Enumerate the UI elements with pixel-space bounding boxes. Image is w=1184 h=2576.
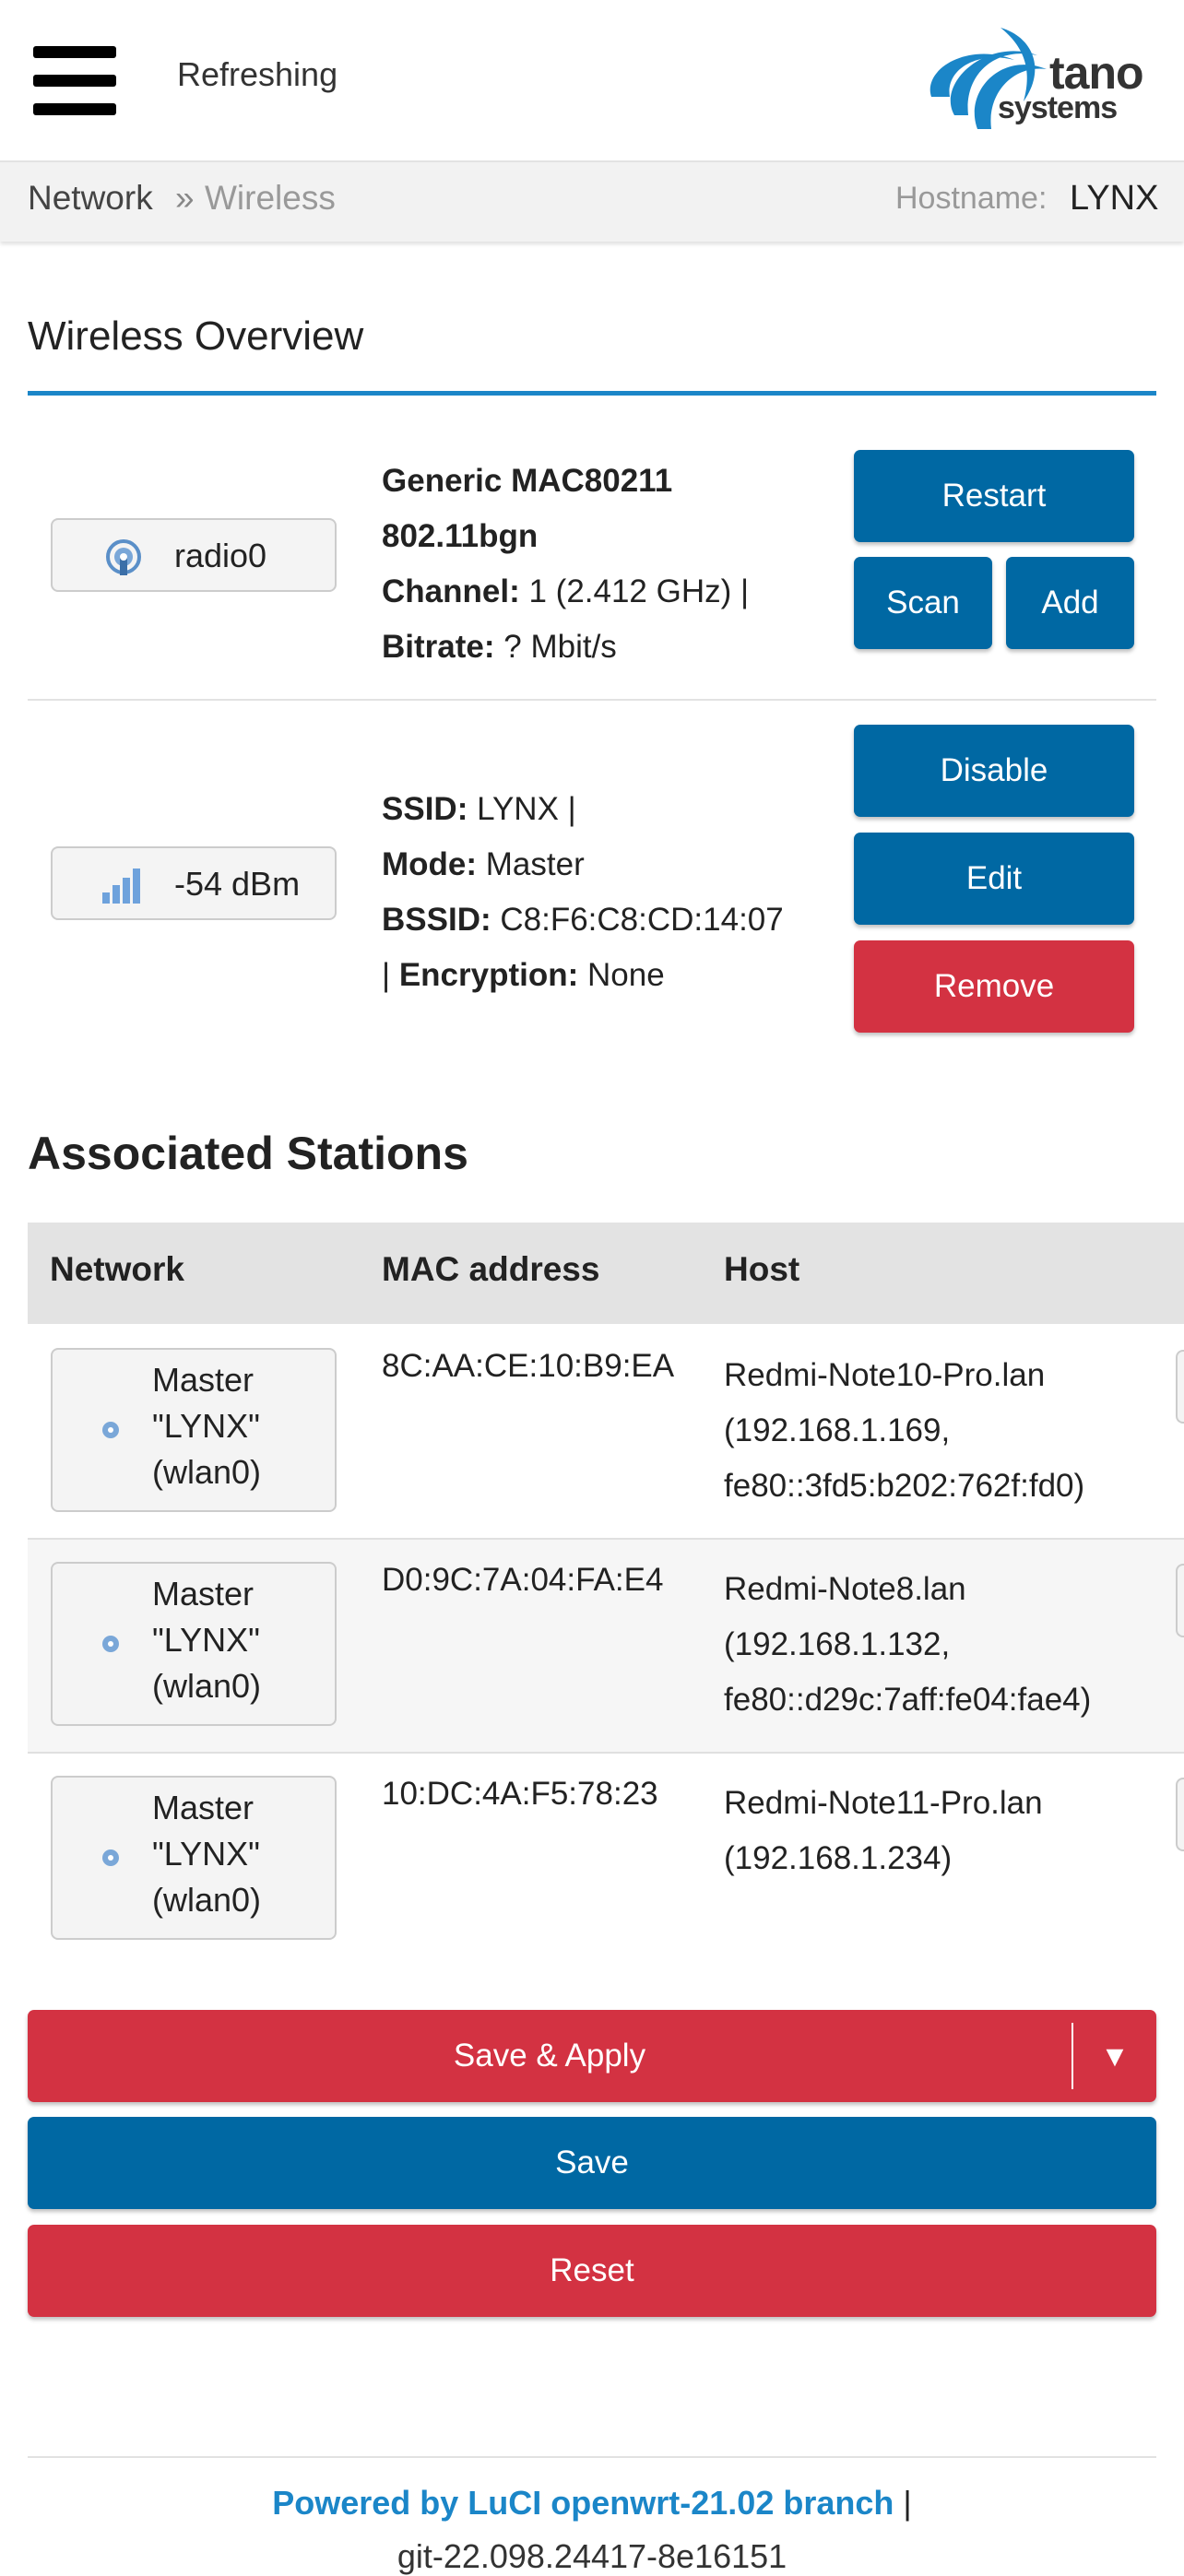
wireless-small-icon	[102, 1636, 119, 1652]
footer-powered: Powered by LuCI openwrt-21.02 branch |	[272, 2484, 912, 2522]
disconnect-button-partial[interactable]	[1176, 1778, 1184, 1851]
signal-value: -54 dBm	[174, 865, 301, 903]
table-row: Master "LYNX" (wlan0) D0:9C:7A:04:FA:E4 …	[28, 1540, 1184, 1752]
save-apply-button[interactable]: Save & Apply ▼	[28, 2010, 1156, 2102]
wireless-radio-icon	[106, 539, 141, 575]
station-host: Redmi-Note10-Pro.lan (192.168.1.169, fe8…	[724, 1357, 1085, 1504]
breadcrumb-separator: »	[175, 179, 195, 217]
radio-hw-name: Generic MAC80211	[382, 463, 673, 499]
network-ssid: SSID: LYNX |	[382, 791, 576, 827]
radio-info: Generic MAC80211 802.11bgn Channel: 1 (2…	[382, 454, 749, 675]
station-host: Redmi-Note8.lan (192.168.1.132, fe80::d2…	[724, 1571, 1092, 1718]
hostname-label: Hostname:	[895, 181, 1048, 216]
menu-hamburger-icon[interactable]	[33, 46, 116, 116]
table-row: Master "LYNX" (wlan0) 8C:AA:CE:10:B9:EA …	[28, 1326, 1184, 1538]
refresh-status: Refreshing	[177, 55, 338, 93]
station-network-badge: Master "LYNX" (wlan0)	[51, 1348, 337, 1512]
breadcrumb-wireless: Wireless	[205, 179, 336, 217]
station-mac: 10:DC:4A:F5:78:23	[382, 1776, 658, 1812]
footer-divider	[28, 2456, 1156, 2458]
title-underline	[28, 391, 1156, 396]
disconnect-button-partial[interactable]	[1176, 1350, 1184, 1424]
remove-button[interactable]: Remove	[854, 940, 1134, 1033]
edit-button[interactable]: Edit	[854, 833, 1134, 925]
column-host: Host	[724, 1250, 800, 1288]
station-network-badge: Master "LYNX" (wlan0)	[51, 1776, 337, 1940]
scan-button[interactable]: Scan	[854, 557, 992, 649]
radio-hw-mode: 802.11bgn	[382, 518, 539, 554]
tano-systems-logo: tano systems	[913, 18, 1162, 138]
footer-version: git-22.098.24417-8e16151	[397, 2537, 787, 2575]
breadcrumb-network[interactable]: Network	[28, 179, 153, 218]
radio-channel: Channel: 1 (2.412 GHz) |	[382, 573, 750, 609]
powered-by-link[interactable]: Powered by LuCI openwrt-21.02 branch	[272, 2484, 894, 2522]
stations-title: Associated Stations	[28, 1128, 468, 1179]
station-network-badge: Master "LYNX" (wlan0)	[51, 1562, 337, 1726]
table-row: Master "LYNX" (wlan0) 10:DC:4A:F5:78:23 …	[28, 1754, 1184, 1966]
top-header: Refreshing tano systems	[0, 0, 1184, 162]
chevron-down-icon[interactable]: ▼	[1073, 2039, 1156, 2074]
signal-badge: -54 dBm	[51, 846, 337, 920]
breadcrumb: Network » Wireless Hostname: LYNX	[0, 162, 1184, 242]
station-mac: D0:9C:7A:04:FA:E4	[382, 1562, 664, 1598]
column-mac: MAC address	[382, 1250, 600, 1288]
station-mac: 8C:AA:CE:10:B9:EA	[382, 1348, 675, 1384]
divider	[28, 699, 1156, 701]
column-network: Network	[50, 1250, 184, 1288]
network-mode: Mode: Master	[382, 846, 585, 882]
network-bssid: BSSID: C8:F6:C8:CD:14:07	[382, 902, 784, 938]
radio-badge: radio0	[51, 518, 337, 592]
reset-button[interactable]: Reset	[28, 2225, 1156, 2317]
network-info: SSID: LYNX | Mode: Master BSSID: C8:F6:C…	[382, 782, 784, 1003]
add-network-button[interactable]: Add	[1006, 557, 1134, 649]
radio-bitrate: Bitrate: ? Mbit/s	[382, 629, 617, 665]
station-host: Redmi-Note11-Pro.lan (192.168.1.234)	[724, 1785, 1043, 1876]
wireless-small-icon	[102, 1849, 119, 1866]
stations-table-header: Network MAC address Host	[28, 1223, 1184, 1324]
restart-button[interactable]: Restart	[854, 450, 1134, 542]
hostname-value: LYNX	[1070, 179, 1159, 218]
wireless-small-icon	[102, 1422, 119, 1438]
disable-button[interactable]: Disable	[854, 725, 1134, 817]
disconnect-button-partial[interactable]	[1176, 1564, 1184, 1637]
save-button[interactable]: Save	[28, 2117, 1156, 2209]
radio-name: radio0	[174, 537, 267, 574]
network-encryption: | Encryption: None	[382, 957, 665, 993]
signal-strength-icon	[102, 869, 140, 904]
page-title: Wireless Overview	[28, 313, 364, 359]
